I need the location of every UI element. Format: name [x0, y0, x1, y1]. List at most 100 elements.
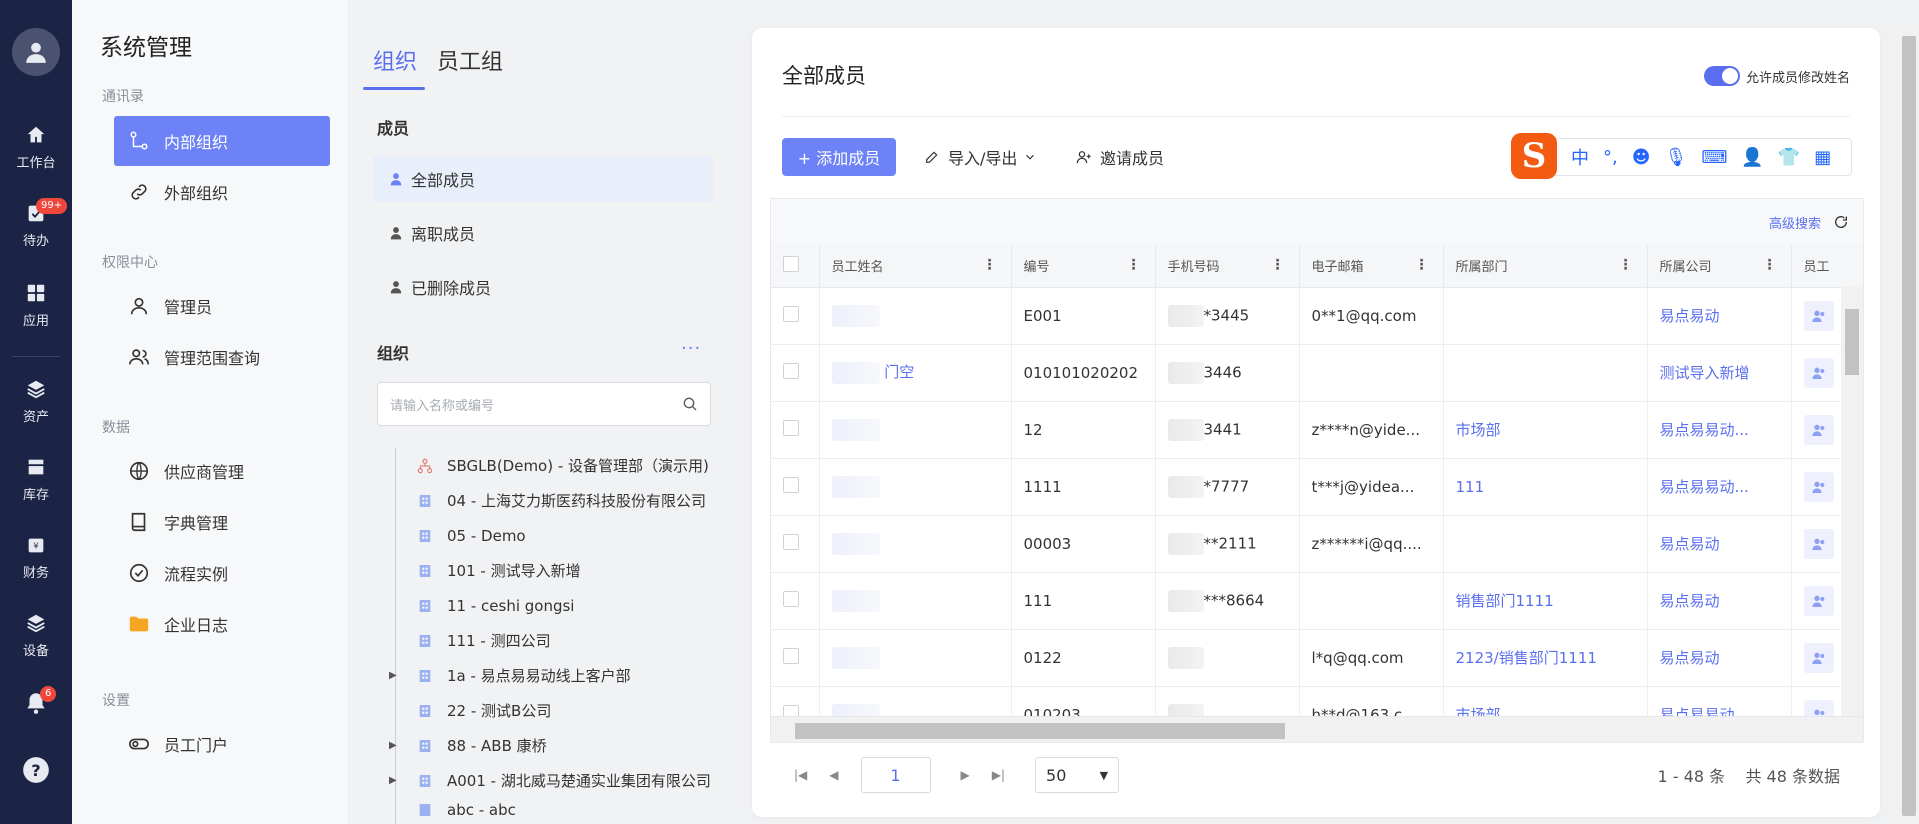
select-all-checkbox[interactable]: [783, 255, 799, 272]
import-export-button[interactable]: 导入/导出: [924, 138, 1037, 176]
cell-company[interactable]: 易点易动: [1647, 515, 1792, 573]
org-more-button[interactable]: ···: [681, 338, 701, 359]
tree-node[interactable]: ▶ 88 - ABB 康桥: [377, 728, 737, 763]
last-page-button[interactable]: ▶|: [992, 768, 1005, 782]
invite-member-button[interactable]: 邀请成员: [1076, 138, 1164, 176]
rail-item-assets[interactable]: 资产: [0, 378, 72, 425]
table-row[interactable]: 1111 *7777 t***j@yidea... 111 易点易易动...: [771, 458, 1863, 516]
cell-company[interactable]: 易点易动: [1647, 287, 1792, 345]
add-member-button[interactable]: + 添加成员: [782, 138, 896, 176]
help-button[interactable]: ?: [0, 756, 72, 790]
row-checkbox[interactable]: [783, 647, 799, 664]
column-header-company[interactable]: 所属公司 ⋮: [1647, 245, 1792, 288]
cell-department[interactable]: [1443, 344, 1648, 402]
tree-node[interactable]: SBGLB(Demo) - 设备管理部（演示用): [377, 448, 737, 483]
ime-punctuation-icon[interactable]: °,: [1603, 147, 1618, 168]
sidebar-item-admin[interactable]: 管理员: [114, 281, 330, 331]
employee-action-button[interactable]: [1803, 642, 1834, 673]
cell-company[interactable]: 易点易动: [1647, 629, 1792, 687]
row-checkbox[interactable]: [783, 476, 799, 493]
allow-rename-toggle[interactable]: [1703, 66, 1740, 86]
prev-page-button[interactable]: ◀: [829, 768, 838, 782]
tree-node[interactable]: 22 - 测试B公司: [377, 693, 737, 728]
table-row[interactable]: E001 *3445 0**1@qq.com 易点易动: [771, 287, 1863, 345]
column-menu-icon[interactable]: ⋮: [1127, 257, 1141, 273]
row-checkbox[interactable]: [783, 362, 799, 379]
sidebar-item-scope-query[interactable]: 管理范围查询: [114, 332, 330, 382]
scrollbar-thumb[interactable]: [795, 723, 1285, 739]
column-menu-icon[interactable]: ⋮: [1415, 257, 1429, 273]
column-header-employee[interactable]: 员工: [1791, 245, 1863, 288]
ime-toolbar[interactable]: S 中 °, ☻ 🎙 ⌨ 👤 👕 ▦: [1511, 133, 1852, 179]
employee-action-button[interactable]: [1803, 471, 1834, 502]
notification-button[interactable]: 6: [0, 686, 72, 722]
cell-department[interactable]: 111: [1443, 458, 1648, 516]
scrollbar-thumb[interactable]: [1902, 36, 1916, 816]
page-scrollbar[interactable]: [1899, 28, 1919, 824]
table-vertical-scrollbar[interactable]: [1841, 287, 1863, 718]
next-page-button[interactable]: ▶: [961, 768, 970, 782]
tree-node[interactable]: ▶ A001 - 湖北威马楚通实业集团有限公司: [377, 763, 737, 798]
cell-department[interactable]: [1443, 515, 1648, 573]
cell-department[interactable]: 2123/销售部门1111: [1443, 629, 1648, 687]
ime-skin-icon[interactable]: 👕: [1778, 147, 1800, 168]
sidebar-item-employee-portal[interactable]: 员工门户: [114, 719, 330, 769]
column-menu-icon[interactable]: ⋮: [1763, 257, 1777, 273]
ime-emoji-icon[interactable]: ☻: [1632, 147, 1651, 168]
table-row[interactable]: 111 ***8664 销售部门1111 易点易动: [771, 572, 1863, 630]
row-checkbox[interactable]: [783, 590, 799, 607]
cell-name[interactable]: [819, 572, 1012, 630]
page-number-input[interactable]: 1: [860, 757, 931, 793]
rail-item-device[interactable]: 设备: [0, 612, 72, 659]
row-checkbox[interactable]: [783, 419, 799, 436]
employee-action-button[interactable]: [1803, 585, 1834, 616]
employee-action-button[interactable]: [1803, 528, 1834, 559]
org-search-input[interactable]: 请输入名称或编号: [377, 382, 711, 426]
scrollbar-thumb[interactable]: [1845, 309, 1859, 375]
cell-department[interactable]: 销售部门1111: [1443, 572, 1648, 630]
cell-name[interactable]: [819, 401, 1012, 459]
refresh-icon[interactable]: [1833, 214, 1849, 230]
column-menu-icon[interactable]: ⋮: [1619, 257, 1633, 273]
employee-action-button[interactable]: [1803, 300, 1834, 331]
table-row[interactable]: 门空 010101020202 3446 测试导入新增: [771, 344, 1863, 402]
tab-org[interactable]: 组织: [362, 44, 426, 90]
cell-name[interactable]: [819, 515, 1012, 573]
page-size-select[interactable]: 50 ▼: [1035, 757, 1120, 793]
member-filter-deleted[interactable]: 已删除成员: [373, 264, 713, 310]
user-avatar[interactable]: [12, 28, 60, 76]
employee-action-button[interactable]: [1803, 414, 1834, 445]
column-header-phone[interactable]: 手机号码 ⋮: [1155, 245, 1300, 288]
rail-item-workbench[interactable]: 工作台: [0, 124, 72, 171]
row-checkbox[interactable]: [783, 533, 799, 550]
cell-company[interactable]: 易点易动: [1647, 572, 1792, 630]
advanced-search-link[interactable]: 高级搜索: [1769, 213, 1821, 232]
expand-arrow-icon[interactable]: ▶: [389, 775, 397, 786]
tree-node[interactable]: 101 - 测试导入新增: [377, 553, 737, 588]
tree-node[interactable]: abc - abc: [377, 798, 737, 822]
cell-name[interactable]: [819, 458, 1012, 516]
cell-company[interactable]: 易点易易动...: [1647, 458, 1792, 516]
ime-voice-icon[interactable]: 🎙: [1665, 147, 1688, 168]
ime-user-icon[interactable]: 👤: [1741, 147, 1763, 168]
rail-item-apps[interactable]: 应用: [0, 282, 72, 329]
sidebar-item-internal-org[interactable]: 内部组织: [114, 116, 330, 166]
tree-node[interactable]: 04 - 上海艾力斯医药科技股份有限公司: [377, 483, 737, 518]
expand-arrow-icon[interactable]: ▶: [389, 740, 397, 751]
column-menu-icon[interactable]: ⋮: [1271, 257, 1285, 273]
table-row[interactable]: 12 3441 z****n@yide... 市场部 易点易易动...: [771, 401, 1863, 459]
table-row[interactable]: 00003 **2111 z******i@qq.... 易点易动: [771, 515, 1863, 573]
rail-item-finance[interactable]: ¥ 财务: [0, 534, 72, 581]
cell-name[interactable]: [819, 629, 1012, 687]
table-horizontal-scrollbar[interactable]: [771, 716, 1863, 742]
sidebar-item-enterprise-log[interactable]: 企业日志: [114, 599, 330, 649]
cell-department[interactable]: [1443, 287, 1648, 345]
column-header-code[interactable]: 编号 ⋮: [1011, 245, 1156, 288]
member-filter-all[interactable]: 全部成员: [373, 156, 713, 202]
row-checkbox[interactable]: [783, 305, 799, 322]
cell-name[interactable]: [819, 287, 1012, 345]
column-header-name[interactable]: 员工姓名 ⋮: [819, 245, 1012, 288]
member-filter-resigned[interactable]: 离职成员: [373, 210, 713, 256]
sidebar-item-process[interactable]: 流程实例: [114, 548, 330, 598]
table-row[interactable]: 0122 l*q@qq.com 2123/销售部门1111 易点易动: [771, 629, 1863, 687]
